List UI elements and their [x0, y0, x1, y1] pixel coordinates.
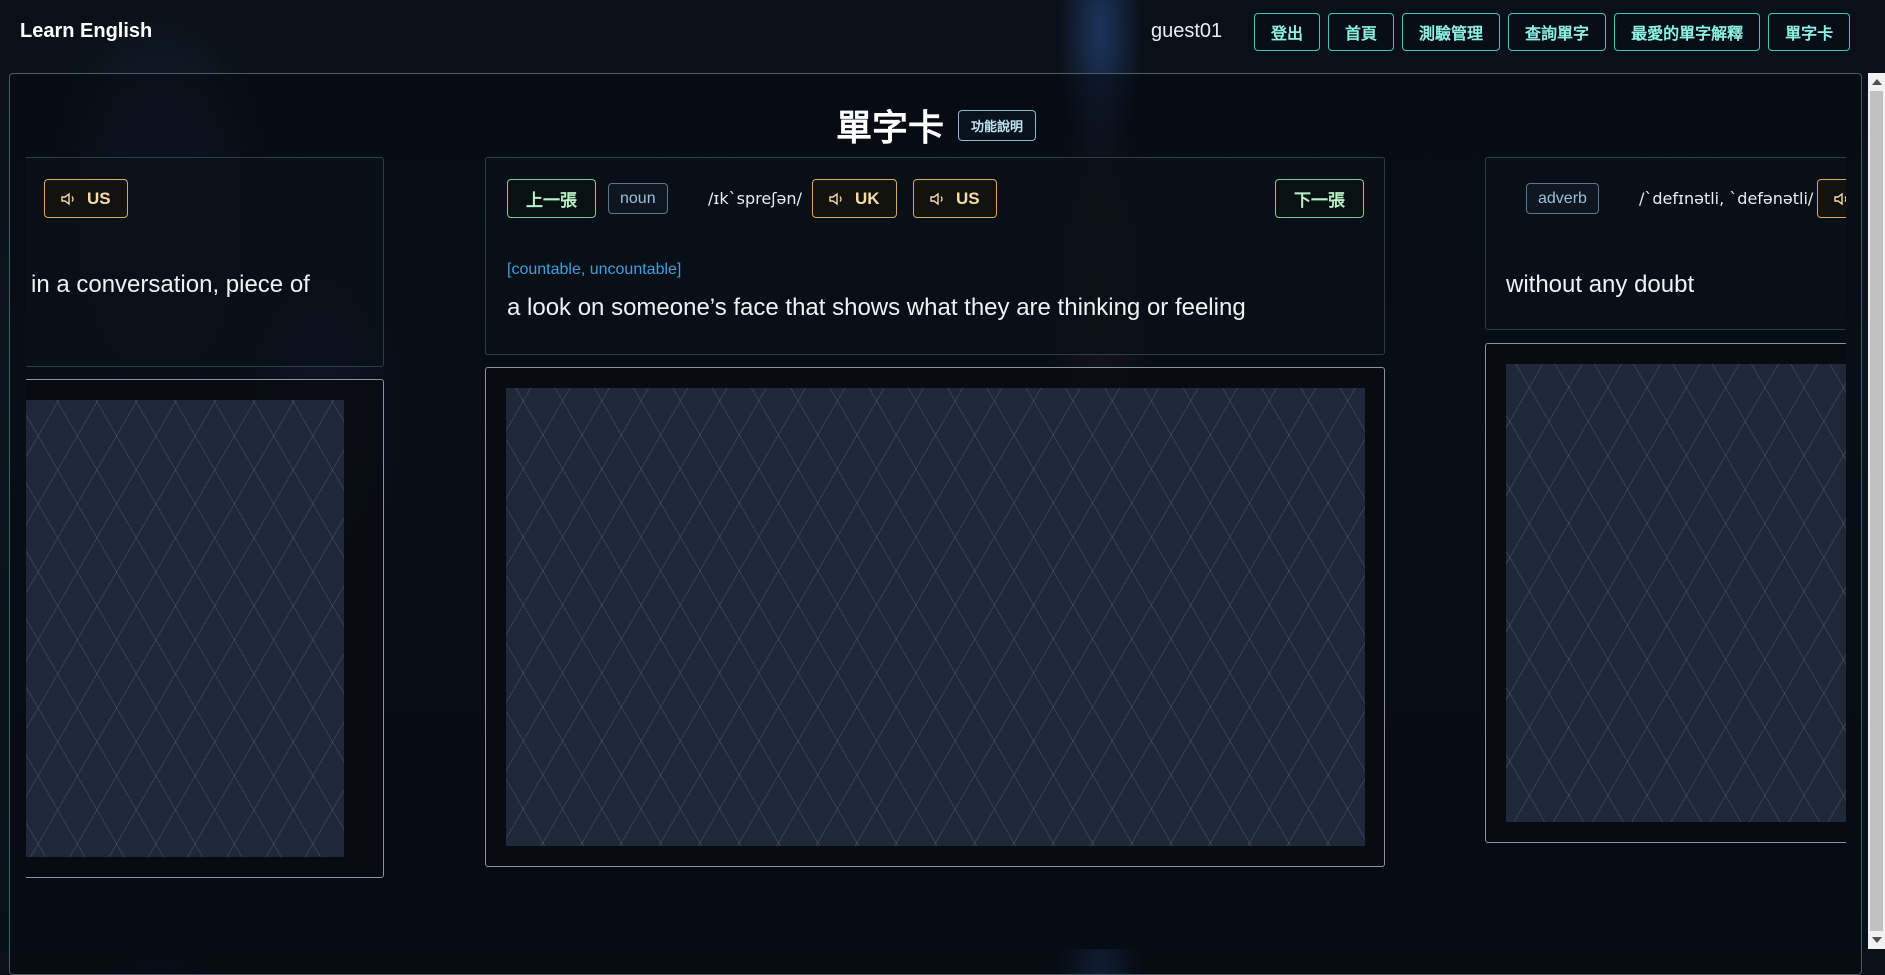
speaker-icon: [930, 192, 943, 205]
nav-bar: 登出 首頁 測驗管理 查詢單字 最愛的單字解釋 單字卡: [1254, 13, 1851, 51]
prev-card-region: US in a conversation, piece of: [26, 150, 386, 890]
scrollbar[interactable]: [1868, 73, 1885, 949]
uk-label: UK: [855, 188, 880, 208]
current-image-frame: [485, 367, 1385, 867]
prev-card-button[interactable]: 上一張: [507, 179, 596, 218]
us-label: US: [87, 188, 111, 208]
next-card-info: adverb /`defɪnətli, `defənətli/ without …: [1485, 157, 1846, 330]
next-image-placeholder: [1506, 364, 1846, 822]
flashcards-button[interactable]: 單字卡: [1768, 13, 1851, 51]
top-bar: Learn English guest01 登出 首頁 測驗管理 查詢單字 最愛…: [0, 0, 1885, 64]
brand-title[interactable]: Learn English: [20, 20, 152, 43]
scroll-down-arrow-icon[interactable]: [1872, 937, 1882, 943]
us-label: US: [956, 188, 980, 208]
next-audio-button[interactable]: [1817, 179, 1846, 218]
next-card-region: adverb /`defɪnətli, `defənətli/ without …: [1480, 150, 1846, 890]
page-title: 單字卡: [836, 108, 945, 149]
prev-us-audio-button[interactable]: US: [44, 179, 128, 218]
quiz-manage-button[interactable]: 測驗管理: [1402, 13, 1501, 51]
username: guest01: [1151, 20, 1223, 42]
logout-button[interactable]: 登出: [1254, 13, 1321, 51]
next-image-frame: [1485, 343, 1846, 843]
part-of-speech-tag: adverb: [1526, 183, 1599, 214]
speaker-icon: [61, 192, 74, 205]
current-image-placeholder: [506, 388, 1365, 846]
us-audio-button[interactable]: US: [913, 179, 997, 218]
prev-image-placeholder: [26, 400, 344, 857]
phonetic-text: /ɪk`spreʃən/: [708, 189, 802, 208]
speaker-icon: [829, 192, 842, 205]
prev-definition: in a conversation, piece of: [31, 271, 310, 298]
prev-card-info: US in a conversation, piece of: [26, 157, 384, 367]
favorite-definitions-button[interactable]: 最愛的單字解釋: [1614, 13, 1761, 51]
next-definition: without any doubt: [1506, 271, 1695, 298]
search-word-button[interactable]: 查詢單字: [1508, 13, 1607, 51]
definition-text: a look on someone’s face that shows what…: [507, 294, 1246, 321]
uk-audio-button[interactable]: UK: [812, 179, 897, 218]
current-card-info: 上一張 noun /ɪk`spreʃən/ UK US 下一張 [countab…: [485, 157, 1385, 355]
home-button[interactable]: 首頁: [1328, 13, 1395, 51]
help-button[interactable]: 功能說明: [958, 109, 1037, 141]
part-of-speech-tag: noun: [608, 183, 668, 214]
next-card-button[interactable]: 下一張: [1275, 179, 1364, 218]
speaker-icon: [1834, 192, 1846, 205]
phonetic-text: /`defɪnətli, `defənətli/: [1639, 189, 1814, 208]
scrollbar-thumb[interactable]: [1870, 91, 1883, 931]
grammar-note: [countable, uncountable]: [507, 261, 682, 278]
title-row: 單字卡 功能說明: [836, 99, 1037, 151]
prev-image-frame: [26, 379, 384, 878]
scroll-up-arrow-icon[interactable]: [1872, 79, 1882, 85]
